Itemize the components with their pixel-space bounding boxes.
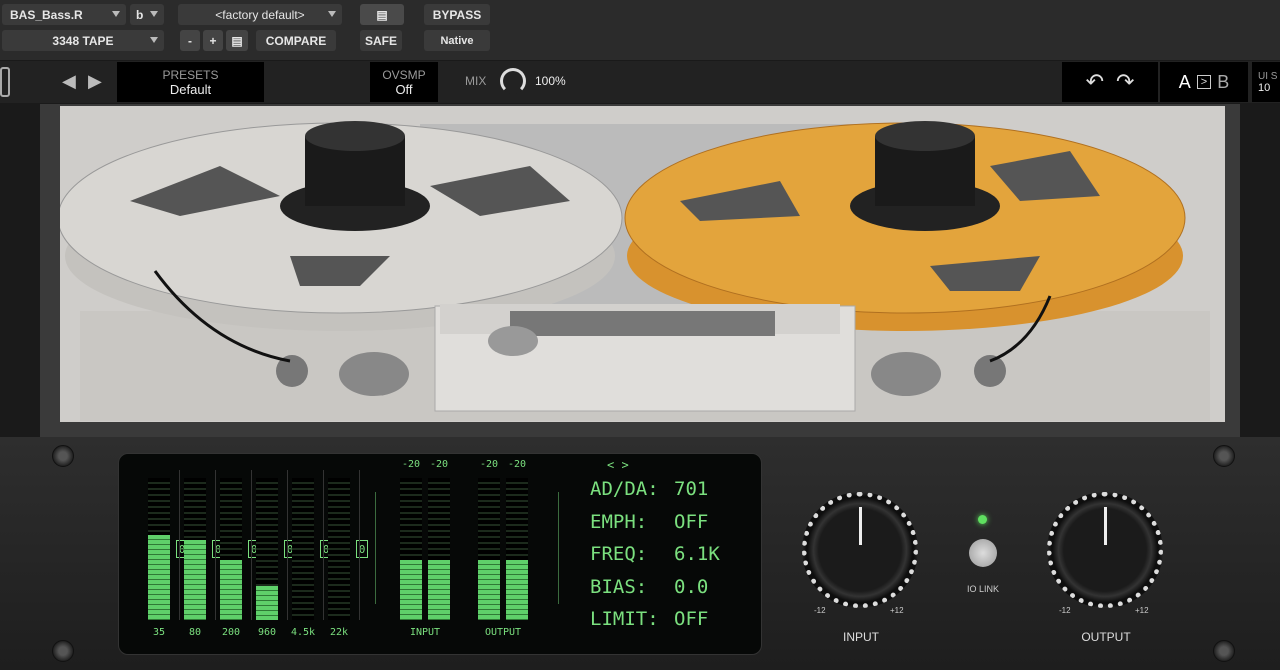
track-suffix-selector[interactable]: b [130, 4, 164, 25]
output-meter [478, 478, 500, 620]
page-nav-arrows[interactable]: < > [607, 458, 629, 472]
io-link-button[interactable] [969, 539, 997, 567]
track-selector[interactable]: BAS_Bass.R [2, 4, 126, 25]
native-button[interactable]: Native [424, 30, 490, 51]
meter-fill [220, 560, 242, 620]
compare-button[interactable]: COMPARE [256, 30, 336, 51]
band-label: 22k [329, 627, 349, 638]
input-max-label: +12 [890, 606, 904, 615]
band-label: 200 [221, 627, 241, 638]
band-separator [179, 470, 180, 620]
band-meter-4.5k [292, 478, 314, 620]
mix-label: MIX [465, 74, 487, 88]
param-label: AD/DA: [590, 478, 659, 500]
ui-scale-selector[interactable]: UI S 10 [1252, 62, 1280, 102]
band-label: 80 [188, 627, 202, 638]
param-value[interactable]: 6.1K [674, 543, 720, 565]
meter-fill [256, 585, 278, 620]
output-meter-label: OUTPUT [484, 627, 522, 638]
param-label: BIAS: [590, 575, 648, 598]
band-meter-200 [220, 478, 242, 620]
band-label: 35 [152, 627, 166, 638]
input-meter [400, 478, 422, 620]
preset-prev-button[interactable]: - [180, 30, 200, 51]
param-value[interactable]: 0.0 [674, 576, 708, 598]
paste-settings-icon[interactable]: ▤ [360, 4, 404, 25]
output-peak-value: -20 [507, 459, 527, 470]
band-meter-80 [184, 478, 206, 620]
safe-button[interactable]: SAFE [360, 30, 402, 51]
meter-fill [506, 560, 528, 620]
output-knob[interactable] [1047, 492, 1163, 608]
preset-b-button[interactable]: B [1217, 72, 1229, 93]
param-label: EMPH: [590, 510, 648, 533]
preset-next-arrow-icon[interactable]: ▶ [88, 71, 102, 92]
plugin-selector[interactable]: 3348 TAPE [2, 30, 164, 51]
band-separator [323, 470, 324, 620]
band-meter-22k [328, 478, 350, 620]
preset-a-button[interactable]: A [1179, 72, 1191, 93]
redo-icon[interactable]: ↷ [1116, 69, 1134, 95]
param-label: FREQ: [590, 543, 648, 565]
input-knob[interactable] [802, 492, 918, 608]
band-meter-960 [256, 478, 278, 620]
meter-fill [478, 560, 500, 620]
input-min-label: -12 [814, 606, 826, 615]
preset-selector[interactable]: <factory default> [178, 4, 342, 25]
screw-icon [52, 640, 74, 662]
divider [375, 492, 376, 604]
param-label: LIMIT: [590, 608, 659, 630]
undo-icon[interactable]: ↶ [1086, 69, 1104, 95]
preset-prev-arrow-icon[interactable]: ◀ [62, 71, 76, 92]
output-meter [506, 478, 528, 620]
output-knob-label: OUTPUT [1081, 630, 1131, 644]
param-value[interactable]: OFF [674, 608, 708, 630]
band-meter-35 [148, 478, 170, 620]
host-header: BAS_Bass.R b 3348 TAPE <factory default>… [0, 0, 1280, 60]
meter-fill [400, 560, 422, 620]
sidebar-toggle-icon[interactable] [0, 67, 10, 97]
preset-next-button[interactable]: + [203, 30, 223, 51]
screw-icon [1213, 445, 1235, 467]
output-min-label: -12 [1059, 606, 1071, 615]
output-peak-value: -20 [479, 459, 499, 470]
param-value[interactable]: OFF [674, 511, 708, 533]
presets-selector[interactable]: PRESETS Default [117, 62, 264, 102]
band-separator [251, 470, 252, 620]
divider [558, 492, 559, 604]
io-link-led [978, 515, 987, 524]
meter-fill [148, 534, 170, 620]
band-label: 4.5k [290, 627, 316, 638]
band-separator [287, 470, 288, 620]
band-separator [215, 470, 216, 620]
meter-fill [184, 540, 206, 620]
band-label: 960 [257, 627, 277, 638]
oversampling-selector[interactable]: OVSMP Off [370, 62, 438, 102]
screw-icon [1213, 640, 1235, 662]
input-knob-label: INPUT [843, 630, 879, 644]
bypass-button[interactable]: BYPASS [424, 4, 490, 25]
param-value[interactable]: 701 [674, 478, 708, 500]
input-peak-value: -20 [429, 459, 449, 470]
copy-a-to-b-icon[interactable]: > [1196, 75, 1212, 89]
mix-value: 100% [535, 74, 566, 88]
input-meter-label: INPUT [409, 627, 441, 638]
screw-icon [52, 445, 74, 467]
tape-machine-image [57, 106, 1225, 422]
band-separator [359, 470, 360, 620]
output-max-label: +12 [1135, 606, 1149, 615]
mix-knob[interactable] [500, 68, 526, 94]
copy-settings-icon[interactable]: ▤ [226, 30, 248, 51]
band-gain-value[interactable]: 0 [356, 540, 368, 558]
meter-fill [428, 560, 450, 620]
input-meter [428, 478, 450, 620]
io-link-label: IO LINK [966, 584, 999, 594]
input-peak-value: -20 [401, 459, 421, 470]
